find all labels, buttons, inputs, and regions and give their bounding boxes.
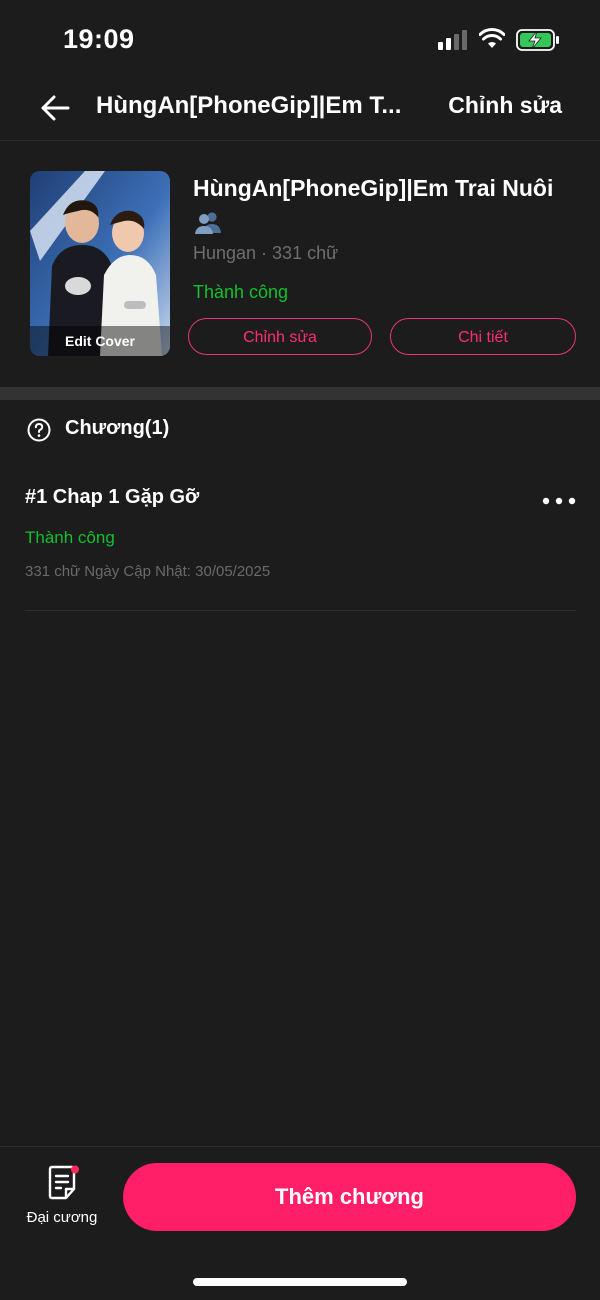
more-options-icon[interactable] [542, 490, 576, 512]
outline-label: Đại cương [26, 1209, 98, 1226]
wifi-icon [479, 28, 505, 48]
bottom-bar: Đại cương Thêm chương [0, 1146, 600, 1300]
chapters-header: Chương(1) [0, 400, 600, 460]
home-indicator[interactable] [193, 1278, 407, 1286]
story-status: Thành công [193, 282, 289, 302]
chapter-meta: 331 chữ Ngày Cập Nhật: 30/05/2025 [25, 563, 271, 580]
edit-button[interactable]: Chỉnh sửa [448, 92, 562, 119]
chapter-title: #1 Chap 1 Gặp Gỡ [25, 486, 200, 508]
page-title: HùngAn[PhoneGip]|Em T... [96, 92, 402, 119]
story-meta: Hungan · 331 chữ [193, 243, 339, 263]
navigation-bar: HùngAn[PhoneGip]|Em T... Chỉnh sửa [0, 80, 600, 141]
status-bar: 19:09 [0, 0, 600, 80]
story-header: Edit Cover HùngAn[PhoneGip]|Em Trai Nuôi… [0, 141, 600, 386]
story-title: HùngAn[PhoneGip]|Em Trai Nuôi [193, 171, 573, 239]
chapter-list-item[interactable]: #1 Chap 1 Gặp Gỡ Thành công 331 chữ Ngày… [25, 470, 576, 611]
add-chapter-button[interactable]: Thêm chương [123, 1163, 576, 1231]
back-arrow-icon[interactable] [36, 88, 76, 128]
story-details-button[interactable]: Chi tiết [390, 318, 576, 355]
section-divider [0, 387, 600, 400]
outline-document-icon [48, 1165, 79, 1200]
outline-button[interactable]: Đại cương [20, 1165, 104, 1235]
people-emoji-icon [195, 212, 221, 234]
battery-charging-icon [516, 29, 559, 51]
chapter-status: Thành công [25, 528, 115, 547]
status-time: 19:09 [63, 24, 135, 54]
chapter-count: Chương(1) [65, 417, 170, 439]
story-cover[interactable]: Edit Cover [30, 171, 170, 356]
help-icon[interactable] [27, 418, 51, 442]
story-title-text: HùngAn[PhoneGip]|Em Trai Nuôi [193, 175, 554, 201]
edit-story-button[interactable]: Chỉnh sửa [188, 318, 372, 355]
signal-icon [438, 30, 467, 50]
edit-cover-label: Edit Cover [30, 326, 170, 356]
